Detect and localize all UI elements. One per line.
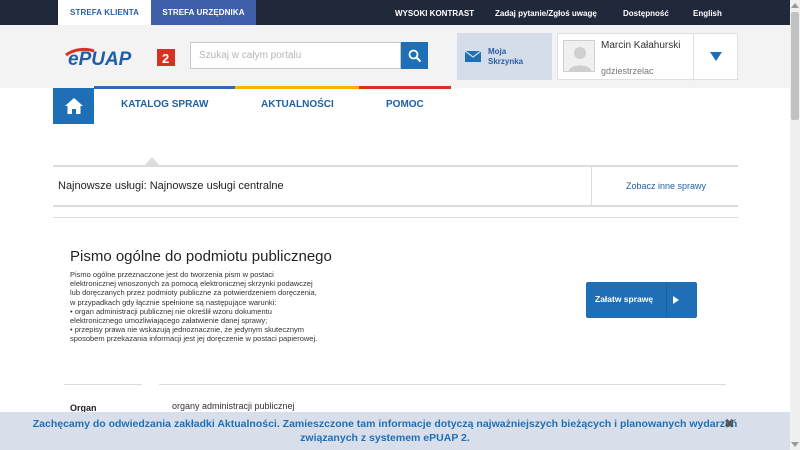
chevron-down-icon[interactable] xyxy=(710,52,722,61)
user-name: Marcin Kałahurski xyxy=(601,40,681,51)
button-separator xyxy=(666,282,667,318)
scroll-down-arrow-icon[interactable] xyxy=(791,442,799,447)
handle-case-label: Załatw sprawę xyxy=(595,294,654,304)
info-banner: Zachęcamy do odwiedzania zakładki Aktual… xyxy=(0,412,790,450)
nav-aktualnosci[interactable]: AKTUALNOŚCI xyxy=(261,99,334,110)
service-title: Pismo ogólne do podmiotu publicznego xyxy=(70,248,332,265)
accessibility-link[interactable]: Dostępność xyxy=(623,0,669,25)
panel-top-border xyxy=(53,165,738,167)
organ-value: organy administracji publicznej xyxy=(172,401,295,411)
avatar xyxy=(563,40,595,72)
panel-bottom-border xyxy=(53,205,738,207)
tab-strefa-klienta[interactable]: STREFA KLIENTA xyxy=(58,0,151,25)
banner-text: Zachęcamy do odwiedzania zakładki Aktual… xyxy=(32,418,738,444)
mailbox-label: Moja Skrzynka xyxy=(488,47,524,66)
scroll-up-arrow-icon[interactable] xyxy=(791,3,799,8)
desc-line: lub doręczanych przez podmioty publiczne… xyxy=(70,288,317,298)
section-divider xyxy=(53,217,738,218)
nav-color-bar-blue xyxy=(94,86,235,89)
nav-color-bar-red xyxy=(359,86,451,89)
tab-strefa-urzednika[interactable]: STREFA URZĘDNIKA xyxy=(151,0,256,25)
desc-line: • organ administracji publicznej nie okr… xyxy=(70,306,272,316)
service-description: Pismo ogólne przeznaczone jest do tworze… xyxy=(70,270,370,344)
user-place: gdziestrzelac xyxy=(601,66,654,76)
search-button[interactable] xyxy=(401,42,428,69)
close-icon[interactable]: ✖ xyxy=(724,416,735,432)
see-other-services-link[interactable]: Zobacz inne sprawy xyxy=(626,181,706,191)
mailbox-button[interactable]: Moja Skrzynka xyxy=(457,33,552,80)
desc-line: Pismo ogólne przeznaczone jest do tworze… xyxy=(70,270,274,279)
scrollbar-thumb[interactable] xyxy=(791,12,799,120)
organ-value-divider xyxy=(159,384,726,385)
search-input[interactable] xyxy=(190,42,401,69)
user-silhouette-icon xyxy=(568,47,592,71)
play-arrow-icon xyxy=(673,296,679,304)
desc-line: elektronicznej wnoszonych za pomocą elek… xyxy=(70,279,313,289)
nav-color-bar-yellow xyxy=(235,86,359,89)
organ-label-divider xyxy=(64,384,142,385)
svg-text:ePUAP: ePUAP xyxy=(68,49,132,69)
user-menu[interactable]: Marcin Kałahurski gdziestrzelac xyxy=(557,33,738,81)
desc-line: • przepisy prawa nie wskazują jednoznacz… xyxy=(70,325,304,335)
panel-pointer xyxy=(145,157,159,165)
home-icon xyxy=(64,98,83,114)
nav-katalog-spraw[interactable]: KATALOG SPRAW xyxy=(121,99,208,110)
envelope-icon xyxy=(465,51,481,62)
search-icon xyxy=(408,49,421,62)
handle-case-button[interactable]: Załatw sprawę xyxy=(586,282,697,318)
epuap-logo[interactable]: ePUAP 2 xyxy=(64,43,179,69)
high-contrast-link[interactable]: WYSOKI KONTRAST xyxy=(395,0,474,25)
user-divider xyxy=(693,34,694,81)
english-link[interactable]: English xyxy=(693,0,722,25)
newest-services-label: Najnowsze usługi: Najnowsze usługi centr… xyxy=(58,180,284,192)
ask-question-link[interactable]: Zadaj pytanie/Zgłoś uwagę xyxy=(495,0,597,25)
home-button[interactable] xyxy=(53,88,94,124)
desc-line: sposobem przekazania informacji jest jej… xyxy=(70,334,318,344)
desc-line: elektronicznego umożliwiającego załatwie… xyxy=(70,316,268,326)
desc-line: w przypadkach gdy łącznie spełnione są n… xyxy=(70,297,277,307)
panel-divider xyxy=(591,167,592,205)
nav-pomoc[interactable]: POMOC xyxy=(386,99,424,110)
top-bar: STREFA KLIENTA STREFA URZĘDNIKA WYSOKI K… xyxy=(0,0,790,25)
svg-text:2: 2 xyxy=(162,51,169,66)
